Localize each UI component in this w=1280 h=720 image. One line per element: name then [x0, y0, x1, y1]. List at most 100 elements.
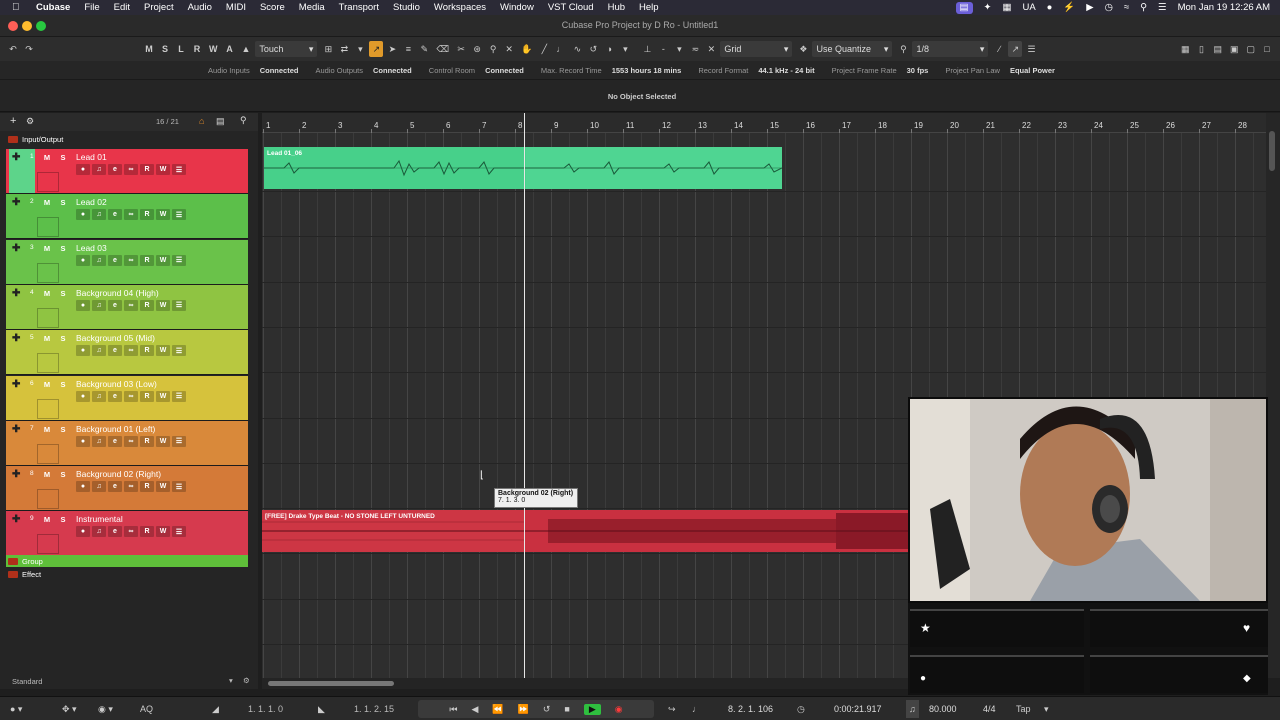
monitor-icon[interactable]: ♫	[92, 345, 106, 357]
solo-button[interactable]: S	[56, 424, 70, 435]
track-name[interactable]: Instrumental	[76, 514, 123, 524]
audio-outputs-value[interactable]: Connected	[373, 66, 412, 75]
visibility-icon[interactable]: ▤	[216, 116, 225, 127]
clock-icon[interactable]: ◷	[1105, 2, 1113, 13]
undo-icon[interactable]: ↶	[6, 41, 20, 57]
solo-button[interactable]: S	[56, 514, 70, 525]
lower-zone-icon[interactable]: ▣	[1227, 41, 1242, 57]
track-color-strip[interactable]: ✚ 7	[9, 420, 35, 465]
menu-studio[interactable]: Studio	[393, 2, 420, 13]
menu-media[interactable]: Media	[299, 2, 325, 13]
menu-help[interactable]: Help	[639, 2, 659, 13]
app-status-icon[interactable]: ●	[1047, 2, 1053, 13]
timeline-ruler[interactable]: 1 2 3 4 5 6 7 8 9 10 11 12 13 14 15 16 17 18 19 20 21 22 23 24 2…	[262, 113, 1266, 133]
automation-state-button[interactable]: A	[223, 41, 237, 57]
split-tool-icon[interactable]: ✂	[454, 41, 468, 57]
auto-quantize-button[interactable]: AQ	[140, 700, 153, 718]
write-automation-button[interactable]: W	[156, 254, 170, 266]
edit-channel-icon[interactable]: e	[108, 390, 122, 402]
expand-icon[interactable]: ✚	[12, 243, 20, 254]
track-name[interactable]: Background 02 (Right)	[76, 469, 161, 479]
link-icon[interactable]: ∞	[124, 164, 138, 175]
folder-icon[interactable]: ⌂	[199, 116, 204, 126]
mute-button[interactable]: M	[40, 288, 54, 299]
read-automation-button[interactable]: R	[140, 390, 154, 402]
expand-icon[interactable]: ✚	[12, 514, 20, 525]
search-icon[interactable]: ⚲	[240, 115, 247, 126]
go-to-start-icon[interactable]: ⏮	[449, 704, 457, 715]
clock-datetime[interactable]: Mon Jan 19 12:26 AM	[1178, 2, 1270, 13]
inspector-icon[interactable]: ▤	[1210, 41, 1225, 57]
lead-audio-event[interactable]: Lead 01_06	[264, 147, 782, 189]
lanes-icon[interactable]: ☰	[172, 526, 186, 538]
track-color-strip[interactable]: ✚ 4	[9, 284, 35, 329]
menu-edit[interactable]: Edit	[114, 2, 130, 13]
tempo-value[interactable]: 80.000	[929, 700, 957, 718]
menu-audio[interactable]: Audio	[188, 2, 212, 13]
edit-channel-icon[interactable]: e	[108, 345, 122, 357]
track-color-strip[interactable]: ✚ 9	[9, 511, 35, 556]
iterative-quantize-icon[interactable]: ∕	[992, 41, 1006, 57]
read-automation-button[interactable]: R	[140, 435, 154, 447]
link-icon[interactable]: ∞	[124, 299, 138, 311]
marker-icon[interactable]: ♩	[692, 700, 701, 718]
edit-channel-icon[interactable]: e	[108, 209, 122, 221]
quantize-search-icon[interactable]: ⚲	[896, 41, 910, 57]
mute-tool-icon[interactable]: ✕	[502, 41, 516, 57]
record-enable-icon[interactable]: ●	[76, 481, 90, 493]
track-row[interactable]: ✚ 2 M S Lead 02 ● ♫ e ∞ R W ☰	[6, 194, 248, 240]
track-row[interactable]: ✚ 9 M S Instrumental ● ♫ e ∞ R W ☰	[6, 511, 248, 557]
track-color-strip[interactable]: ✚ 6	[9, 375, 35, 420]
read-automation-button[interactable]: R	[140, 345, 154, 357]
tap-tempo-button[interactable]: Tap	[1016, 700, 1031, 718]
expand-icon[interactable]: ✚	[12, 152, 20, 163]
pan-icon[interactable]: ⇄	[337, 41, 351, 57]
record-enable-icon[interactable]: ●	[76, 390, 90, 402]
solo-button[interactable]: S	[56, 333, 70, 344]
track-row[interactable]: ✚ 6 M S Background 03 (Low) ● ♫ e ∞ R W ☰	[6, 375, 248, 421]
apple-menu-icon[interactable]: 	[12, 2, 26, 13]
record-enable-icon[interactable]: ●	[76, 209, 90, 221]
metronome-icon[interactable]: ◉ ▾	[98, 700, 113, 718]
input-source[interactable]: UA	[1022, 2, 1035, 13]
expand-icon[interactable]: ✚	[12, 333, 20, 344]
monitor-icon[interactable]: ♫	[92, 164, 106, 175]
chevron-down-icon[interactable]: ▾	[618, 41, 632, 57]
automation-mode-select[interactable]: Touch ▾	[255, 41, 318, 57]
edit-channel-icon[interactable]: e	[108, 299, 122, 311]
monitor-icon[interactable]: ♫	[92, 254, 106, 266]
screen-record-icon[interactable]: ▤	[955, 1, 973, 14]
edit-channel-icon[interactable]: e	[108, 435, 122, 447]
expand-icon[interactable]: ✚	[12, 424, 20, 435]
record-enable-icon[interactable]: ●	[76, 299, 90, 311]
lanes-icon[interactable]: ☰	[172, 254, 186, 266]
comp-tool-icon[interactable]: ∿	[570, 41, 584, 57]
search-icon[interactable]: ⚲	[1140, 2, 1147, 13]
snap-toggle-icon[interactable]: ≂	[688, 41, 702, 57]
track-row[interactable]: ✚ 7 M S Background 01 (Left) ● ♫ e ∞ R W ☰	[6, 420, 248, 466]
chevron-down-icon[interactable]: ▾	[672, 41, 686, 57]
right-locator[interactable]: 1. 1. 2. 15	[354, 700, 394, 718]
track-name[interactable]: Background 01 (Left)	[76, 424, 155, 434]
zoom-tool-icon[interactable]: ⚲	[486, 41, 500, 57]
wifi-icon[interactable]: ≈	[1124, 2, 1129, 13]
lanes-icon[interactable]: ☰	[172, 164, 186, 175]
track-color-strip[interactable]: ✚ 2	[9, 194, 35, 239]
menu-score[interactable]: Score	[260, 2, 285, 13]
solo-button[interactable]: S	[56, 152, 70, 163]
link-icon[interactable]: ∞	[124, 254, 138, 266]
expand-icon[interactable]: ✚	[12, 379, 20, 390]
chevron-down-icon[interactable]: ▾	[229, 676, 233, 685]
menu-transport[interactable]: Transport	[339, 2, 379, 13]
lanes-icon[interactable]: ☰	[172, 481, 186, 493]
gear-icon[interactable]: ⚙	[243, 676, 250, 685]
project-cursor[interactable]	[524, 113, 525, 678]
write-automation-button[interactable]: W	[156, 299, 170, 311]
menu-midi[interactable]: MIDI	[226, 2, 246, 13]
group-folder[interactable]: Group	[6, 555, 248, 567]
frame-rate-value[interactable]: 30 fps	[907, 66, 929, 75]
max-record-time-value[interactable]: 1553 hours 18 mins	[612, 66, 682, 75]
track-name[interactable]: Background 04 (High)	[76, 288, 159, 298]
menu-window[interactable]: Window	[500, 2, 534, 13]
time-signature[interactable]: 4/4	[983, 700, 996, 718]
